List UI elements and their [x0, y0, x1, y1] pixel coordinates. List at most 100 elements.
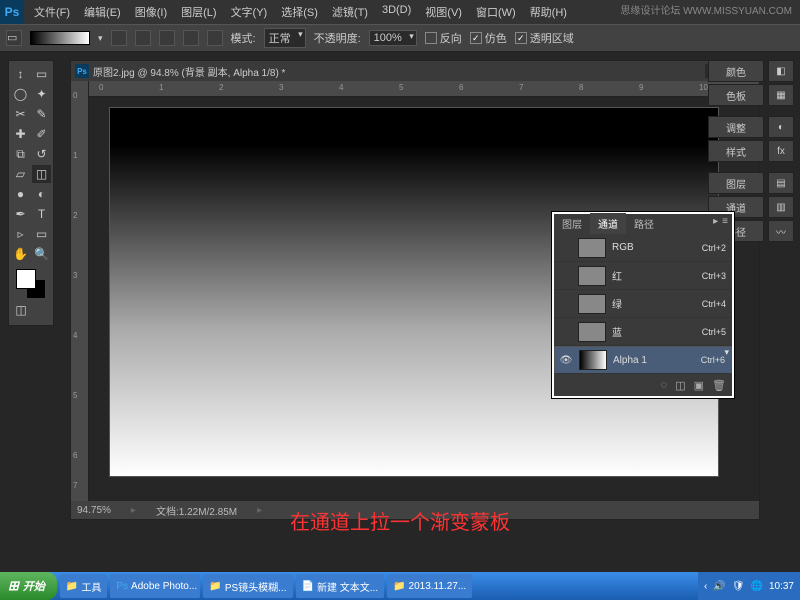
lasso-tool-icon[interactable]: ◯ — [11, 85, 30, 103]
reflected-gradient-icon[interactable] — [183, 30, 199, 46]
transparency-checkbox[interactable] — [515, 32, 527, 44]
delete-channel-icon[interactable]: 🗑 — [712, 379, 726, 392]
blend-mode-select[interactable]: 正常 — [264, 28, 306, 48]
menu-3d[interactable]: 3D(D) — [376, 2, 417, 22]
foreground-color-swatch[interactable] — [16, 269, 36, 289]
visibility-icon[interactable] — [558, 325, 572, 339]
color-picker[interactable] — [16, 269, 46, 299]
hand-tool-icon[interactable]: ✋ — [11, 245, 30, 263]
color-panel-button[interactable]: 颜色 — [708, 60, 764, 82]
menu-file[interactable]: 文件(F) — [28, 2, 76, 22]
visibility-icon[interactable] — [558, 241, 572, 255]
gradient-picker[interactable] — [30, 31, 90, 45]
menu-layer[interactable]: 图层(L) — [175, 2, 222, 22]
menu-image[interactable]: 图像(I) — [129, 2, 173, 22]
windows-logo-icon: ⊞ — [8, 578, 19, 594]
tray-icon[interactable]: 🌐 — [751, 581, 763, 592]
doc-ps-icon: Ps — [75, 64, 89, 78]
channel-row-alpha1[interactable]: 👁 Alpha 1 Ctrl+6 — [554, 346, 732, 374]
radial-gradient-icon[interactable] — [135, 30, 151, 46]
tray-icon[interactable]: 🔊 — [713, 581, 725, 592]
panel-collapse-icon[interactable]: ▸ — [713, 216, 718, 227]
tab-channels[interactable]: 通道 — [590, 213, 626, 234]
channel-name: 红 — [612, 268, 622, 283]
shape-tool-icon[interactable]: ▭ — [32, 225, 51, 243]
taskbar-item[interactable]: 📁工具 — [60, 574, 107, 598]
load-selection-icon[interactable]: ◌ — [661, 379, 668, 391]
visibility-icon[interactable] — [558, 269, 572, 283]
channel-row-green[interactable]: 绿 Ctrl+4 — [554, 290, 732, 318]
eraser-tool-icon[interactable]: ▱ — [11, 165, 30, 183]
diamond-gradient-icon[interactable] — [207, 30, 223, 46]
history-brush-icon[interactable]: ↺ — [32, 145, 51, 163]
taskbar-item[interactable]: 📄新建 文本文... — [296, 574, 385, 598]
taskbar-item[interactable]: 📁2013.11.27... — [387, 574, 472, 598]
tray-clock[interactable]: 10:37 — [769, 581, 794, 592]
path-tool-icon[interactable]: ▹ — [11, 225, 30, 243]
paths-panel-icon[interactable]: 〰 — [768, 220, 794, 242]
zoom-tool-icon[interactable]: 🔍 — [32, 245, 51, 263]
channel-thumb — [578, 266, 606, 286]
reverse-checkbox[interactable] — [425, 32, 437, 44]
channel-name: 蓝 — [612, 324, 622, 339]
pen-tool-icon[interactable]: ✒ — [11, 205, 30, 223]
tool-preset-icon[interactable]: ▭ — [6, 30, 22, 46]
dodge-tool-icon[interactable]: ◐ — [32, 185, 51, 203]
angle-gradient-icon[interactable] — [159, 30, 175, 46]
channel-shortcut: Ctrl+5 — [702, 327, 726, 337]
tab-layers[interactable]: 图层 — [554, 213, 590, 234]
styles-panel-button[interactable]: 样式 — [708, 140, 764, 162]
visibility-icon[interactable]: 👁 — [559, 353, 573, 367]
dither-checkbox[interactable] — [470, 32, 482, 44]
channel-row-blue[interactable]: 蓝 Ctrl+5 — [554, 318, 732, 346]
wand-tool-icon[interactable]: ✦ — [32, 85, 51, 103]
start-button[interactable]: ⊞ 开始 — [0, 572, 57, 600]
tab-paths[interactable]: 路径 — [626, 213, 662, 234]
tray-icon[interactable]: ‹ — [704, 581, 707, 592]
menu-view[interactable]: 视图(V) — [419, 2, 468, 22]
adjust-panel-icon[interactable]: ◐ — [768, 116, 794, 138]
panel-menu-icon[interactable]: ≡ — [722, 216, 728, 227]
blur-tool-icon[interactable]: ● — [11, 185, 30, 203]
swatches-panel-button[interactable]: 色板 — [708, 84, 764, 106]
menu-edit[interactable]: 编辑(E) — [78, 2, 127, 22]
main-menu: 文件(F) 编辑(E) 图像(I) 图层(L) 文字(Y) 选择(S) 滤镜(T… — [24, 2, 573, 22]
move-tool-icon[interactable]: ↕ — [11, 65, 30, 83]
marquee-tool-icon[interactable]: ▭ — [32, 65, 51, 83]
menu-window[interactable]: 窗口(W) — [470, 2, 522, 22]
taskbar-item[interactable]: PsAdobe Photo... — [110, 574, 200, 598]
channel-thumb — [578, 294, 606, 314]
menu-help[interactable]: 帮助(H) — [524, 2, 573, 22]
gradient-tool-icon[interactable]: ◫ — [32, 165, 51, 183]
color-panel-icon[interactable]: ◧ — [768, 60, 794, 82]
adjust-panel-button[interactable]: 调整 — [708, 116, 764, 138]
text-tool-icon[interactable]: T — [32, 205, 51, 223]
document-tab: Ps 原图2.jpg @ 94.8% (背景 副本, Alpha 1/8) * … — [71, 61, 759, 81]
layers-panel-icon[interactable]: ▤ — [768, 172, 794, 194]
visibility-icon[interactable] — [558, 297, 572, 311]
channel-row-rgb[interactable]: RGB Ctrl+2 — [554, 234, 732, 262]
watermark: 思缘设计论坛 WWW.MISSYUAN.COM — [620, 2, 792, 17]
linear-gradient-icon[interactable] — [111, 30, 127, 46]
layers-panel-button[interactable]: 图层 — [708, 172, 764, 194]
channels-panel-icon[interactable]: ▥ — [768, 196, 794, 218]
document-title: 原图2.jpg @ 94.8% (背景 副本, Alpha 1/8) * — [93, 64, 285, 79]
save-selection-icon[interactable]: ◫ — [675, 379, 685, 392]
new-channel-icon[interactable]: ▣ — [694, 379, 704, 392]
channel-thumb — [578, 238, 606, 258]
channel-row-red[interactable]: 红 Ctrl+3 — [554, 262, 732, 290]
menu-filter[interactable]: 滤镜(T) — [326, 2, 374, 22]
heal-tool-icon[interactable]: ✚ — [11, 125, 30, 143]
stamp-tool-icon[interactable]: ⧉ — [11, 145, 30, 163]
tray-icon[interactable]: 🛡 — [732, 581, 745, 592]
quickmask-icon[interactable]: ◫ — [11, 301, 31, 319]
menu-type[interactable]: 文字(Y) — [225, 2, 274, 22]
menu-select[interactable]: 选择(S) — [275, 2, 324, 22]
crop-tool-icon[interactable]: ✂ — [11, 105, 30, 123]
opacity-select[interactable]: 100% — [369, 30, 417, 46]
taskbar-item[interactable]: 📁PS镜头模糊... — [203, 574, 292, 598]
swatches-panel-icon[interactable]: ▦ — [768, 84, 794, 106]
eyedropper-tool-icon[interactable]: ✎ — [32, 105, 51, 123]
styles-panel-icon[interactable]: fx — [768, 140, 794, 162]
brush-tool-icon[interactable]: ✐ — [32, 125, 51, 143]
